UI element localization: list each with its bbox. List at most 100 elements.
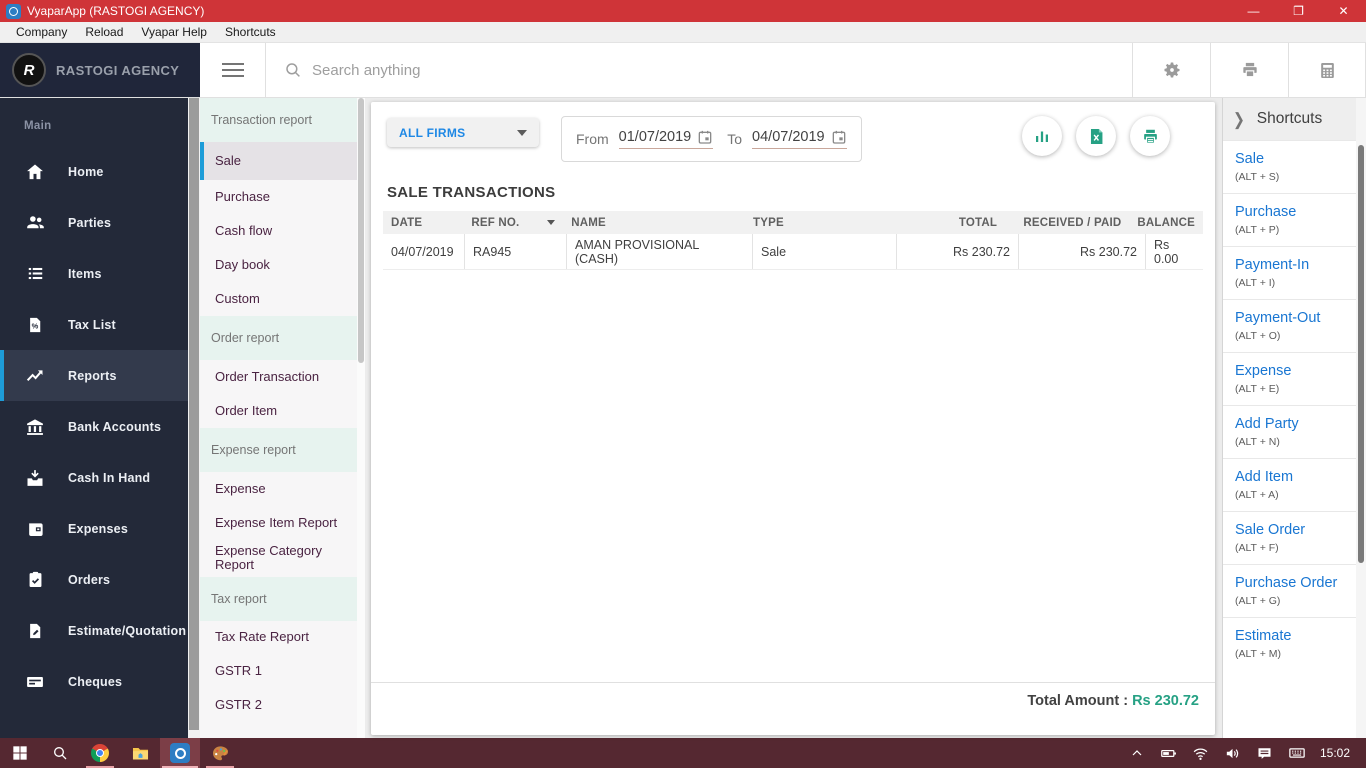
shortcuts-header[interactable]: ❯ Shortcuts xyxy=(1223,98,1356,140)
tray-touch-keyboard[interactable] xyxy=(1282,738,1312,768)
shortcut-payment-in[interactable]: Payment-In (ALT + I) xyxy=(1223,246,1356,299)
subnav-item-order-transaction[interactable]: Order Transaction xyxy=(200,360,357,394)
menu-shortcuts[interactable]: Shortcuts xyxy=(216,25,285,39)
company-name: RASTOGI AGENCY xyxy=(56,62,180,78)
taskbar-chrome[interactable] xyxy=(80,738,120,768)
shortcut-key: (ALT + G) xyxy=(1235,595,1281,607)
column-header-total[interactable]: TOTAL xyxy=(886,217,1005,229)
subnav-item-sale[interactable]: Sale xyxy=(200,142,357,180)
subnav-item-gstr-2[interactable]: GSTR 2 xyxy=(200,689,357,723)
taskbar-paint[interactable] xyxy=(200,738,240,768)
subnav-item-day-book[interactable]: Day book xyxy=(200,248,357,282)
column-header-type[interactable]: TYPE xyxy=(745,217,886,229)
menu-company[interactable]: Company xyxy=(7,25,76,39)
sidebar-item-tax-list[interactable]: % Tax List xyxy=(0,299,188,350)
column-header-date[interactable]: DATE xyxy=(383,217,463,229)
minimize-button[interactable]: — xyxy=(1231,0,1276,22)
company-brand[interactable]: R RASTOGI AGENCY xyxy=(0,43,200,97)
close-button[interactable]: ✕ xyxy=(1321,0,1366,22)
menu-vyapar-help[interactable]: Vyapar Help xyxy=(132,25,216,39)
sidebar-item-reports[interactable]: Reports xyxy=(0,350,188,401)
column-header-received-paid[interactable]: RECEIVED / PAID xyxy=(1005,217,1129,229)
sidebar-item-label: Parties xyxy=(68,215,112,230)
subnav-scrollbar[interactable] xyxy=(357,98,365,738)
subnav-item-expense-item-report[interactable]: Expense Item Report xyxy=(200,506,357,540)
to-date-field[interactable]: 04/07/2019 xyxy=(752,129,847,149)
shortcut-expense[interactable]: Expense (ALT + E) xyxy=(1223,352,1356,405)
tray-notifications[interactable] xyxy=(1250,738,1280,768)
search-input[interactable] xyxy=(312,61,712,79)
subnav-item-custom[interactable]: Custom xyxy=(200,282,357,316)
sidebar-item-cash-in-hand[interactable]: Cash In Hand xyxy=(0,452,188,503)
menu-reload[interactable]: Reload xyxy=(76,25,132,39)
tray-wifi[interactable] xyxy=(1186,738,1216,768)
shortcut-key: (ALT + N) xyxy=(1235,436,1280,448)
shortcut-sale[interactable]: Sale (ALT + S) xyxy=(1223,140,1356,193)
search-bar[interactable] xyxy=(266,43,1132,97)
sidebar-item-home[interactable]: Home xyxy=(0,146,188,197)
filter-caret-icon[interactable] xyxy=(547,220,556,225)
shortcut-label: Payment-In xyxy=(1235,257,1310,273)
start-button[interactable] xyxy=(0,738,40,768)
sidebar-item-parties[interactable]: Parties xyxy=(0,197,188,248)
print-report-button[interactable] xyxy=(1130,116,1170,156)
excel-file-icon xyxy=(1090,128,1102,144)
subnav-item-cash-flow[interactable]: Cash flow xyxy=(200,214,357,248)
subnav-item-order-item[interactable]: Order Item xyxy=(200,394,357,428)
column-header-name[interactable]: NAME xyxy=(563,217,745,229)
column-header-balance[interactable]: BALANCE xyxy=(1129,217,1203,229)
shortcut-purchase[interactable]: Purchase (ALT + P) xyxy=(1223,193,1356,246)
shortcut-add-item[interactable]: Add Item (ALT + A) xyxy=(1223,458,1356,511)
sidebar-scrollbar[interactable] xyxy=(188,98,200,738)
column-header-ref-no[interactable]: REF NO. xyxy=(463,217,563,229)
shortcuts-scrollbar[interactable] xyxy=(1356,98,1366,738)
subnav-item-purchase[interactable]: Purchase xyxy=(200,180,357,214)
cell-date: 04/07/2019 xyxy=(383,234,465,269)
taskbar-file-explorer[interactable] xyxy=(120,738,160,768)
shortcuts-scrollbar-thumb[interactable] xyxy=(1358,145,1364,563)
subnav-item-expense-category-report[interactable]: Expense Category Report xyxy=(200,540,357,577)
battery-icon xyxy=(1161,749,1177,757)
subnav-item-expense[interactable]: Expense xyxy=(200,472,357,506)
shortcut-sale-order[interactable]: Sale Order (ALT + F) xyxy=(1223,511,1356,564)
tray-battery[interactable] xyxy=(1154,738,1184,768)
firm-selector-dropdown[interactable]: ALL FIRMS xyxy=(387,118,539,147)
subnav-scrollbar-thumb[interactable] xyxy=(358,98,364,363)
restore-button[interactable]: ❐ xyxy=(1276,0,1321,22)
shortcut-purchase-order[interactable]: Purchase Order (ALT + G) xyxy=(1223,564,1356,617)
calculator-button[interactable] xyxy=(1288,43,1366,97)
sidebar-item-estimate-quotation[interactable]: Estimate/Quotation xyxy=(0,605,188,656)
shortcut-add-party[interactable]: Add Party (ALT + N) xyxy=(1223,405,1356,458)
sidebar-item-expenses[interactable]: Expenses xyxy=(0,503,188,554)
hamburger-menu-button[interactable] xyxy=(200,43,266,97)
sidebar-item-orders[interactable]: Orders xyxy=(0,554,188,605)
export-excel-button[interactable] xyxy=(1076,116,1116,156)
subnav-item-gstr-1[interactable]: GSTR 1 xyxy=(200,655,357,689)
shortcut-estimate[interactable]: Estimate (ALT + M) xyxy=(1223,617,1356,670)
cell-total: Rs 230.72 xyxy=(897,234,1019,269)
shortcut-label: Add Item xyxy=(1235,469,1294,485)
table-row[interactable]: 04/07/2019 RA945 AMAN PROVISIONAL (CASH)… xyxy=(383,234,1203,270)
vyapar-app-icon xyxy=(6,3,21,19)
view-graph-button[interactable] xyxy=(1022,116,1062,156)
print-button[interactable] xyxy=(1210,43,1288,97)
chevron-up-icon xyxy=(1132,750,1142,756)
sidebar-item-bank-accounts[interactable]: Bank Accounts xyxy=(0,401,188,452)
taskbar-vyapar-app[interactable] xyxy=(160,738,200,768)
tray-chevron-up[interactable] xyxy=(1122,738,1152,768)
sidebar-item-label: Items xyxy=(68,266,102,281)
sidebar-scrollbar-thumb[interactable] xyxy=(189,98,199,730)
tray-volume[interactable] xyxy=(1218,738,1248,768)
shortcuts-title: Shortcuts xyxy=(1256,110,1323,127)
settings-button[interactable] xyxy=(1132,43,1210,97)
shortcut-payment-out[interactable]: Payment-Out (ALT + O) xyxy=(1223,299,1356,352)
taskbar-clock[interactable]: 15:02 xyxy=(1314,746,1360,760)
sidebar-item-items[interactable]: Items xyxy=(0,248,188,299)
shortcut-key: (ALT + S) xyxy=(1235,171,1280,183)
main-sidebar: Main Home Parties Items % Tax List Repor… xyxy=(0,98,188,738)
from-date-field[interactable]: 01/07/2019 xyxy=(618,129,714,149)
cell-balance: Rs 0.00 xyxy=(1154,237,1179,266)
sidebar-item-cheques[interactable]: Cheques xyxy=(0,656,188,707)
subnav-item-tax-rate-report[interactable]: Tax Rate Report xyxy=(200,621,357,655)
taskbar-search-button[interactable] xyxy=(40,738,80,768)
